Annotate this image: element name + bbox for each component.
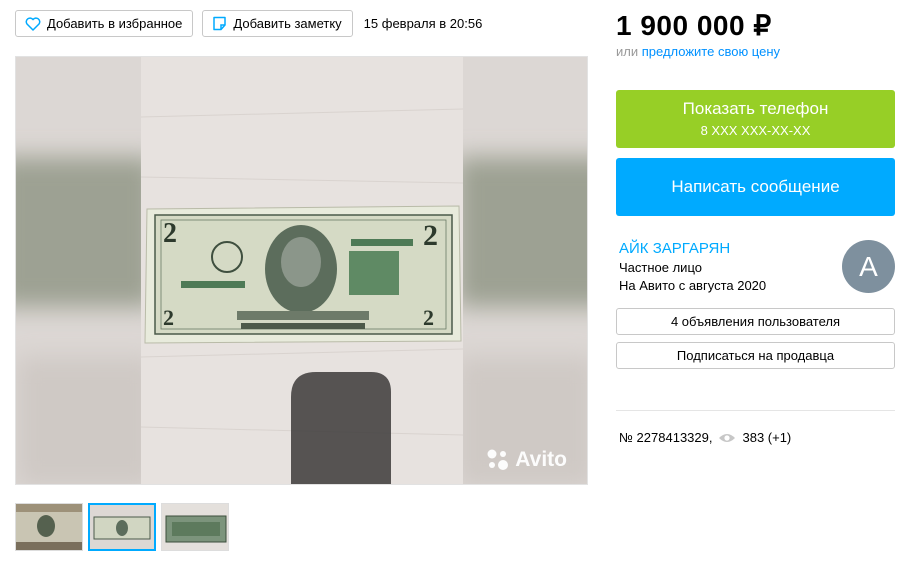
top-toolbar: Добавить в избранное Добавить заметку 15… xyxy=(15,10,482,37)
eye-icon xyxy=(719,433,736,442)
thumbnail-3[interactable] xyxy=(161,503,229,551)
watermark-text: Avito xyxy=(515,448,567,471)
price-offer-line: или предложите свою цену xyxy=(616,44,780,59)
banknote: 2 2 2 2 xyxy=(144,205,462,344)
svg-text:2: 2 xyxy=(163,218,177,249)
main-photo[interactable]: 2 2 2 2 Avito xyxy=(15,56,588,485)
heart-icon xyxy=(25,16,41,31)
price: 1 900 000 ₽ xyxy=(616,10,772,41)
listing-meta: № 2278413329, 383 (+1) xyxy=(619,430,791,445)
thumbnail-image xyxy=(90,505,154,549)
thumbnail-1[interactable] xyxy=(15,503,83,551)
svg-text:2: 2 xyxy=(163,305,174,330)
thumbnail-strip xyxy=(15,503,229,551)
subscribe-seller-button[interactable]: Подписаться на продавца xyxy=(616,342,895,369)
add-favorite-label: Добавить в избранное xyxy=(47,16,183,31)
listing-number: № 2278413329, xyxy=(619,430,713,445)
show-phone-label: Показать телефон xyxy=(682,99,829,118)
views-count: 383 (+1) xyxy=(742,430,792,445)
write-message-button[interactable]: Написать сообщение xyxy=(616,158,895,216)
thumbnail-image xyxy=(16,504,82,550)
avito-watermark: Avito xyxy=(486,448,567,472)
svg-text:2: 2 xyxy=(423,219,438,252)
price-offer-prefix: или xyxy=(616,44,639,59)
seller-name-link[interactable]: АЙК ЗАРГАРЯН xyxy=(619,240,730,257)
add-favorite-button[interactable]: Добавить в избранное xyxy=(15,10,194,37)
divider xyxy=(616,410,895,411)
svg-text:2: 2 xyxy=(423,305,434,330)
seller-ads-button[interactable]: 4 объявления пользователя xyxy=(616,308,895,335)
publish-date: 15 февраля в 20:56 xyxy=(363,16,483,31)
seller-since: На Авито с августа 2020 xyxy=(619,278,767,293)
thumbnail-image xyxy=(162,504,228,550)
seller-type: Частное лицо xyxy=(619,260,702,275)
banknote-photo: 2 2 2 2 xyxy=(141,57,463,484)
add-note-label: Добавить заметку xyxy=(233,16,342,31)
avito-logo-icon xyxy=(487,449,509,470)
offer-price-link[interactable]: предложите свою цену xyxy=(642,44,780,59)
add-note-button[interactable]: Добавить заметку xyxy=(202,10,353,37)
thumbnail-2[interactable] xyxy=(88,503,156,551)
phone-mask: 8 XXX XXX-XX-XX xyxy=(700,123,811,138)
show-phone-button[interactable]: Показать телефон 8 XXX XXX-XX-XX xyxy=(616,90,895,148)
seller-avatar[interactable]: А xyxy=(842,240,895,293)
note-icon xyxy=(213,16,227,31)
